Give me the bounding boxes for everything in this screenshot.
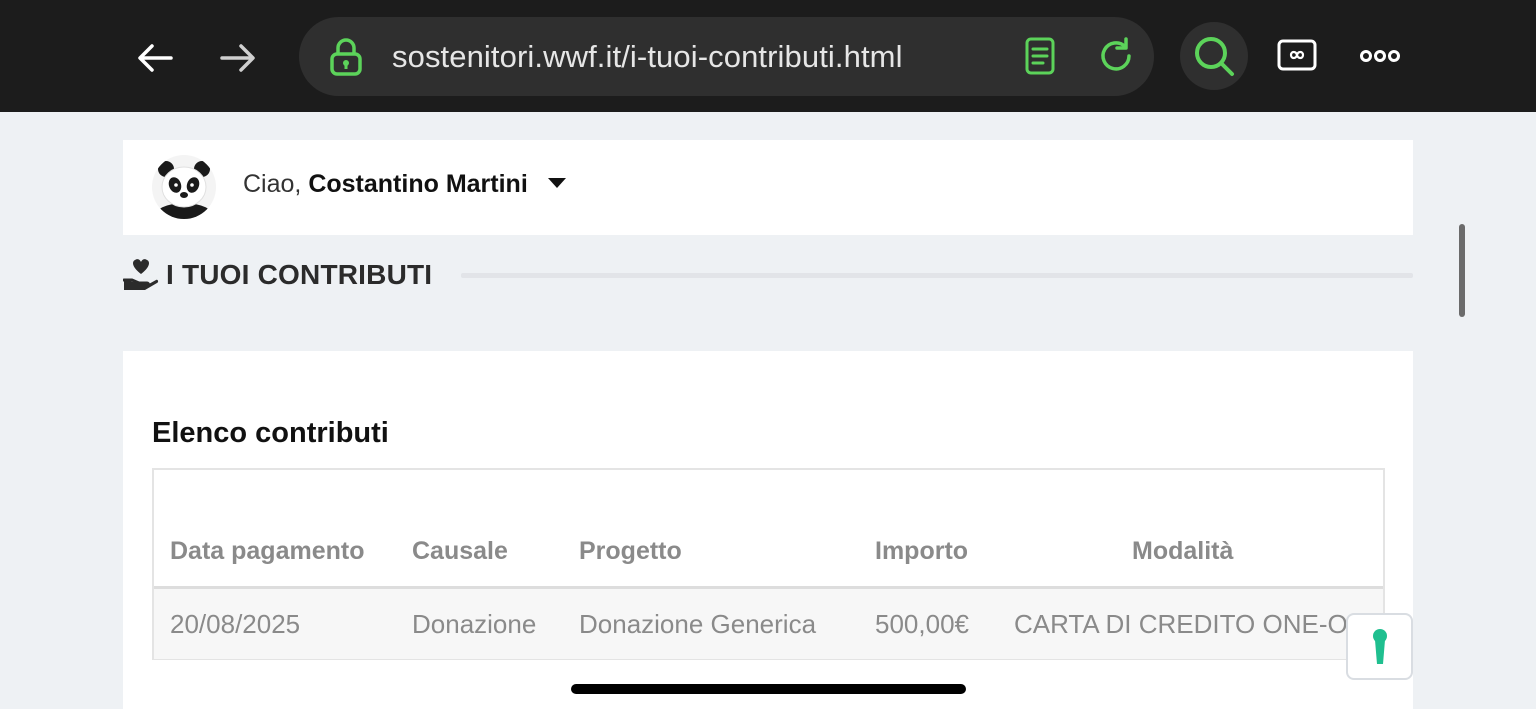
contributions-card: Elenco contributi Data pagamento Causale… bbox=[123, 351, 1413, 709]
cell-method: CARTA DI CREDITO ONE-OFF bbox=[1014, 609, 1380, 639]
column-header-method[interactable]: Modalità bbox=[1132, 537, 1233, 566]
panda-avatar-icon bbox=[152, 155, 216, 219]
browser-toolbar: sostenitori.wwf.it/i-tuoi-contributi.htm… bbox=[0, 0, 1536, 112]
column-header-amount[interactable]: Importo bbox=[875, 537, 968, 566]
search-icon bbox=[1195, 37, 1234, 76]
column-header-reason[interactable]: Causale bbox=[412, 537, 508, 566]
cell-reason: Donazione bbox=[412, 609, 537, 639]
section-title: I TUOI CONTRIBUTI bbox=[166, 259, 433, 290]
user-header: Ciao, Costantino Martini bbox=[123, 140, 1413, 235]
cell-amount: 500,00€ bbox=[875, 609, 969, 639]
table-row[interactable]: 20/08/2025 Donazione Donazione Generica … bbox=[154, 589, 1383, 659]
search-button[interactable] bbox=[1180, 22, 1248, 90]
column-header-date[interactable]: Data pagamento bbox=[170, 537, 364, 566]
cell-project: Donazione Generica bbox=[579, 609, 817, 639]
hand-heart-icon bbox=[123, 259, 159, 290]
back-button[interactable] bbox=[133, 36, 177, 80]
floating-keyhole-button[interactable] bbox=[1346, 613, 1413, 680]
forward-arrow-icon bbox=[220, 44, 255, 72]
url-text[interactable]: sostenitori.wwf.it/i-tuoi-contributi.htm… bbox=[392, 39, 903, 75]
avatar[interactable] bbox=[152, 155, 216, 219]
back-arrow-icon bbox=[138, 44, 173, 72]
address-bar[interactable]: sostenitori.wwf.it/i-tuoi-contributi.htm… bbox=[299, 17, 1154, 96]
chevron-down-icon[interactable] bbox=[548, 178, 566, 188]
keyhole-icon bbox=[1372, 628, 1387, 664]
section-divider bbox=[461, 273, 1413, 278]
reader-icon[interactable] bbox=[1024, 37, 1056, 75]
user-name: Costantino Martini bbox=[308, 170, 528, 198]
column-header-project[interactable]: Progetto bbox=[579, 537, 682, 566]
section-heading: I TUOI CONTRIBUTI bbox=[123, 258, 432, 292]
more-icon[interactable] bbox=[1360, 46, 1400, 66]
table-header: Data pagamento Causale Progetto Importo … bbox=[154, 470, 1383, 589]
scrollbar[interactable] bbox=[1459, 224, 1465, 317]
home-indicator[interactable] bbox=[571, 684, 966, 694]
user-greeting[interactable]: Ciao, Costantino Martini bbox=[243, 170, 528, 199]
reload-icon[interactable] bbox=[1096, 36, 1136, 76]
contributions-table: Data pagamento Causale Progetto Importo … bbox=[152, 468, 1385, 660]
tabs-icon[interactable] bbox=[1277, 39, 1317, 71]
cell-date: 20/08/2025 bbox=[170, 609, 301, 639]
forward-button[interactable] bbox=[216, 36, 260, 80]
greeting-text: Ciao, bbox=[243, 170, 302, 198]
lock-icon bbox=[330, 38, 362, 76]
list-title: Elenco contributi bbox=[152, 417, 389, 449]
